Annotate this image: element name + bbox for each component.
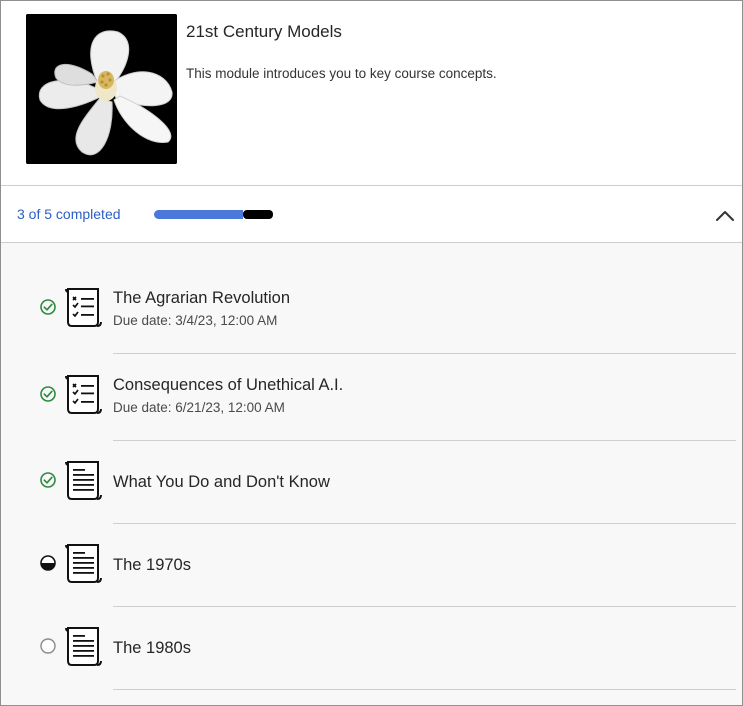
content-list: The Agrarian Revolution Due date: 3/4/23,… (1, 243, 742, 705)
learning-module: 21st Century Models This module introduc… (0, 0, 743, 706)
item-divider (113, 689, 736, 690)
content-item-title[interactable]: Consequences of Unethical A.I. (113, 376, 343, 395)
content-item-title[interactable]: The 1980s (113, 639, 191, 658)
checklist-icon (64, 286, 104, 328)
progress-row[interactable]: 3 of 5 completed (1, 185, 742, 243)
content-item[interactable]: The 1980s (1, 582, 742, 692)
not-started-status-icon (39, 637, 57, 655)
content-item-title[interactable]: The 1970s (113, 556, 191, 575)
document-icon (64, 459, 104, 501)
content-item-title[interactable]: What You Do and Don't Know (113, 473, 330, 492)
completed-check-icon (39, 471, 57, 489)
progress-completed (154, 210, 243, 219)
module-header: 21st Century Models This module introduc… (1, 1, 742, 185)
content-item-title[interactable]: The Agrarian Revolution (113, 289, 290, 308)
collapse-button[interactable] (713, 204, 737, 228)
progress-remaining (269, 210, 303, 219)
module-title: 21st Century Models (186, 22, 342, 41)
completed-check-icon (39, 385, 57, 403)
completed-check-icon (39, 298, 57, 316)
content-item-due-date: Due date: 3/4/23, 12:00 AM (113, 313, 278, 328)
progress-bar (154, 210, 303, 219)
in-progress-status-icon (39, 554, 57, 572)
chevron-up-icon (716, 211, 734, 221)
magnolia-flower-image (26, 14, 177, 164)
module-description: This module introduces you to key course… (186, 66, 497, 81)
document-icon (64, 625, 104, 667)
progress-text: 3 of 5 completed (17, 206, 121, 222)
document-icon (64, 542, 104, 584)
checklist-icon (64, 373, 104, 415)
module-thumbnail (26, 14, 177, 164)
content-item-due-date: Due date: 6/21/23, 12:00 AM (113, 400, 285, 415)
progress-in-progress (243, 210, 273, 219)
